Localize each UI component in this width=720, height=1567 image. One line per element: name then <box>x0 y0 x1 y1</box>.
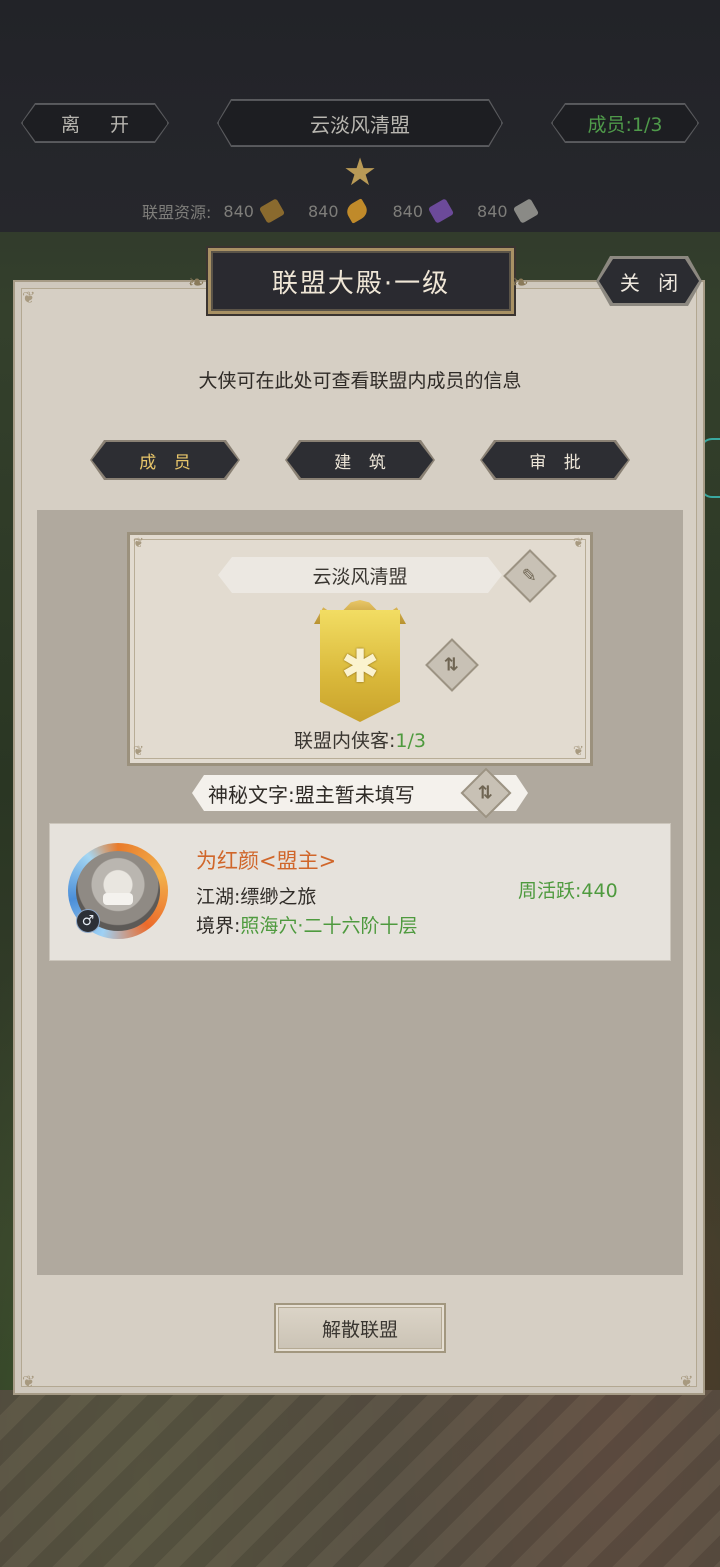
resource-value: 840 <box>307 201 339 221</box>
tab-label: 成 员 <box>92 442 238 478</box>
alliance-name-header: 云淡风清盟 <box>218 100 502 146</box>
swap-icon: ⇅ <box>478 782 494 804</box>
maple-leaf-icon: ✱ <box>340 639 380 693</box>
members-count-label: 联盟内侠客: <box>294 730 396 752</box>
panel-title: 联盟大殿·一级 <box>208 248 514 314</box>
members-count-button[interactable]: 成员:1/3 <box>552 104 698 142</box>
tab-label: 建 筑 <box>287 442 433 478</box>
avatar[interactable]: ♂ <box>68 843 176 939</box>
alliance-members-count: 联盟内侠客:1/3 <box>127 726 593 753</box>
corner-ornament: ❦ <box>573 536 584 551</box>
tab-label: 审 批 <box>482 442 628 478</box>
close-button-label: 关 闭 <box>599 259 699 303</box>
resource-value: 840 <box>477 201 508 221</box>
disband-alliance-button[interactable]: 解散联盟 <box>274 1303 446 1353</box>
tab-members[interactable]: 成 员 <box>90 440 240 480</box>
male-icon: ♂ <box>76 909 100 933</box>
corner-ornament: ❦ <box>680 1372 694 1391</box>
jianghu-value: 缥缈之旅 <box>240 886 317 908</box>
corner-ornament: ❦ <box>133 536 144 551</box>
resource-grain: 840 <box>307 198 370 224</box>
close-button[interactable]: 关 闭 <box>596 256 702 306</box>
resource-value: 840 <box>223 201 254 221</box>
scroll-icon <box>512 198 539 224</box>
emblem-alliance-name: 云淡风清盟 <box>218 557 502 593</box>
member-name: 为红颜<盟主> <box>196 849 337 873</box>
top-header: 离 开 云淡风清盟 成员:1/3 ★ 联盟资源: 840 840 840 840 <box>0 0 720 232</box>
grain-icon <box>343 198 370 224</box>
title-ornament-right: ❧ <box>512 270 529 294</box>
background-roofs <box>0 1390 720 1567</box>
resource-wood: 840 <box>223 198 286 224</box>
panel-subtitle: 大侠可在此处可查看联盟内成员的信息 <box>198 370 522 392</box>
corner-ornament: ❦ <box>22 288 36 307</box>
member-realm: 境界:照海穴·二十六阶十层 <box>196 911 417 938</box>
corner-ornament: ❦ <box>22 1372 36 1391</box>
member-weekly-activity: 周活跃:440 <box>518 880 618 902</box>
realm-label: 境界: <box>196 915 241 937</box>
resource-crystal: 840 <box>392 198 455 224</box>
resources-label: 联盟资源: <box>142 203 212 222</box>
alliance-resources: 联盟资源: 840 840 840 840 <box>142 198 562 224</box>
pen-icon: ✎ <box>522 565 538 587</box>
tab-approval[interactable]: 审 批 <box>480 440 630 480</box>
star-icon: ★ <box>342 150 378 194</box>
realm-value: 照海穴·二十六阶十层 <box>240 915 418 937</box>
alliance-banner: ✱ <box>320 610 400 722</box>
resource-value: 840 <box>392 201 424 221</box>
member-jianghu: 江湖:缥缈之旅 <box>196 882 316 909</box>
tab-buildings[interactable]: 建 筑 <box>285 440 435 480</box>
wood-icon <box>258 198 286 224</box>
resource-scroll: 840 <box>477 198 539 224</box>
members-count-value: 1/3 <box>395 730 426 752</box>
crystal-icon <box>427 198 455 224</box>
swap-icon: ⇅ <box>444 654 460 676</box>
leave-button[interactable]: 离 开 <box>22 104 168 142</box>
jianghu-label: 江湖: <box>196 886 241 908</box>
